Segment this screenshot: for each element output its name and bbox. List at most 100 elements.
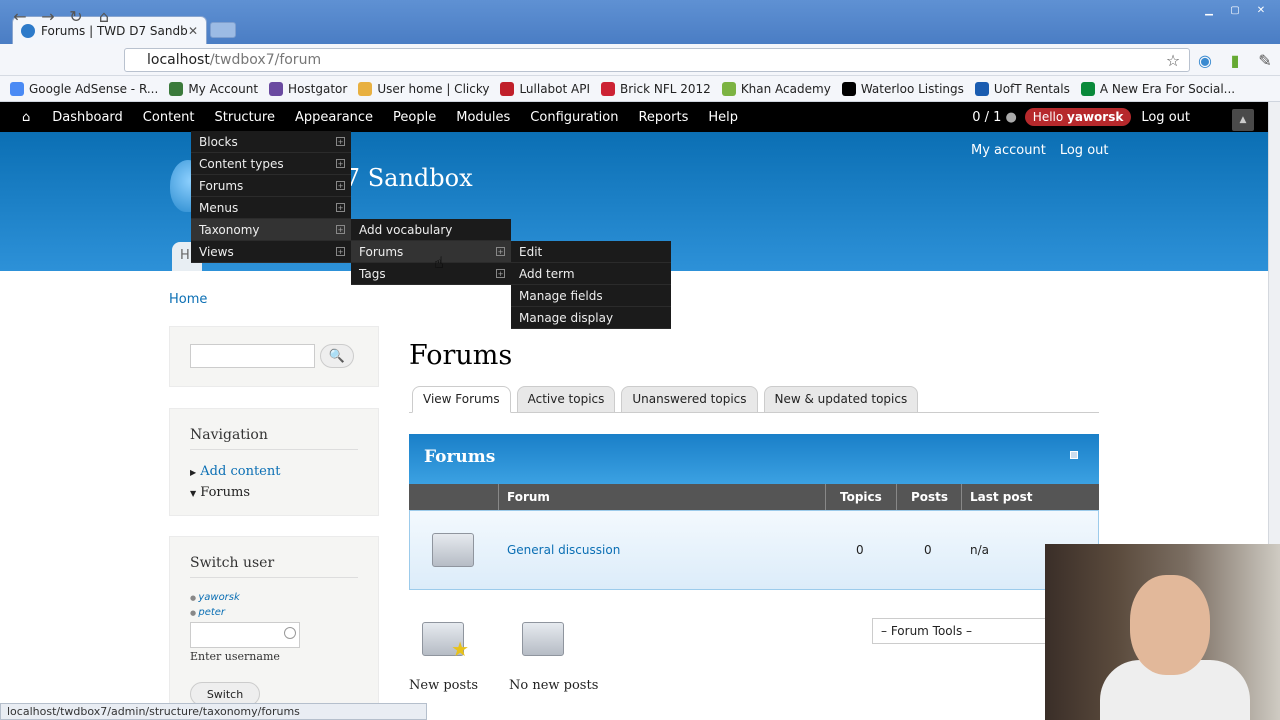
- minimize-icon[interactable]: ▁: [1198, 3, 1220, 17]
- page-title: Forums: [409, 340, 513, 371]
- bookmark-item[interactable]: User home | Clicky: [358, 81, 490, 96]
- bookmark-star-icon[interactable]: ☆: [1163, 50, 1183, 70]
- search-icon[interactable]: 🔍: [320, 344, 354, 368]
- new-posts-folder-icon: ★: [422, 622, 469, 661]
- submenu-arrow-icon: +: [336, 247, 345, 256]
- menu-item-taxonomy[interactable]: Taxonomy +: [191, 219, 351, 241]
- bookmark-item[interactable]: My Account: [169, 81, 258, 96]
- star-icon: ★: [451, 637, 469, 661]
- nav-item-label[interactable]: Add content: [200, 464, 280, 479]
- tab-new-updated-topics[interactable]: New & updated topics: [763, 386, 919, 413]
- forum-tabs: View Forums Active topics Unanswered top…: [409, 386, 1099, 413]
- admin-home-icon[interactable]: ⌂: [0, 102, 42, 132]
- url-host: localhost: [147, 52, 210, 68]
- admin-dashboard[interactable]: Dashboard: [42, 102, 133, 132]
- menu-item-label: Manage fields: [519, 288, 603, 303]
- user-link-yaworsk[interactable]: yaworsk: [190, 592, 358, 603]
- hello-badge[interactable]: Hello yaworsk: [1024, 108, 1132, 126]
- menu-item-label: Manage display: [519, 310, 614, 325]
- user-link-peter[interactable]: peter: [190, 607, 358, 618]
- menu-item-edit[interactable]: Edit: [511, 241, 671, 263]
- menu-item-menus[interactable]: Menus +: [191, 197, 351, 219]
- nav-item-add-content[interactable]: ▶ Add content: [190, 464, 358, 479]
- bookmark-label: User home | Clicky: [377, 81, 490, 96]
- bookmark-label: A New Era For Social...: [1099, 81, 1236, 96]
- header-links: My account Log out: [971, 143, 1109, 158]
- bookmark-item[interactable]: A New Era For Social...: [1080, 81, 1236, 96]
- col-posts[interactable]: Posts: [911, 490, 948, 504]
- navigation-list: ▶ Add content ▼ Forums: [190, 464, 358, 500]
- bookmark-item[interactable]: Google AdSense - R...: [10, 81, 158, 96]
- menu-item-tags[interactable]: Tags +: [351, 263, 511, 285]
- username-input[interactable]: [190, 622, 300, 648]
- new-tab-button[interactable]: [210, 22, 236, 38]
- home-icon[interactable]: ⌂: [94, 6, 114, 26]
- admin-structure[interactable]: Structure: [205, 102, 285, 132]
- admin-configuration[interactable]: Configuration: [520, 102, 628, 132]
- breadcrumb[interactable]: Home: [169, 292, 207, 307]
- menu-item-manage-fields[interactable]: Manage fields: [511, 285, 671, 307]
- reload-icon[interactable]: ↻: [66, 6, 86, 26]
- header-logout-link[interactable]: Log out: [1060, 143, 1109, 158]
- bookmark-favicon-icon: [169, 81, 184, 96]
- extension-icon[interactable]: ◉: [1195, 50, 1215, 70]
- col-last-post[interactable]: Last post: [970, 490, 1033, 504]
- bookmark-item[interactable]: Brick NFL 2012: [601, 81, 711, 96]
- tab-view-forums[interactable]: View Forums: [412, 386, 511, 413]
- back-icon[interactable]: ←: [10, 6, 30, 26]
- close-window-icon[interactable]: ✕: [1250, 3, 1272, 17]
- forum-folder-icon: [432, 533, 474, 567]
- legend-new-posts: New posts: [409, 678, 479, 693]
- menu-item-blocks[interactable]: Blocks +: [191, 131, 351, 153]
- forward-icon[interactable]: →: [38, 6, 58, 26]
- forum-tools-select[interactable]: – Forum Tools –: [872, 618, 1052, 644]
- taxonomy-menu: Add vocabulary Forums + Tags +: [351, 219, 511, 285]
- nav-item-label[interactable]: Forums: [200, 485, 250, 500]
- wrench-icon[interactable]: ✎: [1255, 50, 1275, 70]
- drawer-toggle-icon[interactable]: ▲: [1232, 109, 1254, 131]
- bookmark-favicon-icon: [721, 81, 736, 96]
- forum-container-title: Forums: [409, 434, 1099, 484]
- address-bar[interactable]: localhost/twdbox7/forum: [124, 48, 1190, 72]
- col-topics[interactable]: Topics: [840, 490, 882, 504]
- menu-item-content-types[interactable]: Content types +: [191, 153, 351, 175]
- tab-active-topics[interactable]: Active topics: [516, 386, 616, 413]
- menu-item-add-vocabulary[interactable]: Add vocabulary: [351, 219, 511, 241]
- bookmark-item[interactable]: Waterloo Listings: [841, 81, 964, 96]
- maximize-icon[interactable]: ▢: [1224, 3, 1246, 17]
- admin-modules[interactable]: Modules: [446, 102, 520, 132]
- admin-people[interactable]: People: [383, 102, 446, 132]
- menu-item-forums[interactable]: Forums +: [191, 175, 351, 197]
- bookmark-item[interactable]: Khan Academy: [721, 81, 831, 96]
- bookmark-favicon-icon: [841, 81, 856, 96]
- forum-link[interactable]: General discussion: [507, 543, 620, 557]
- bookmark-item[interactable]: Lullabot API: [500, 81, 590, 96]
- bookmark-item[interactable]: UofT Rentals: [974, 81, 1070, 96]
- admin-appearance[interactable]: Appearance: [285, 102, 383, 132]
- submenu-arrow-icon: +: [336, 225, 345, 234]
- admin-content[interactable]: Content: [133, 102, 205, 132]
- admin-logout[interactable]: Log out: [1141, 110, 1190, 125]
- col-forum[interactable]: Forum: [507, 490, 550, 504]
- admin-help[interactable]: Help: [698, 102, 748, 132]
- window-controls: ▁ ▢ ✕: [1198, 3, 1272, 17]
- menu-item-label: Add term: [519, 266, 575, 281]
- forum-topics: 0: [856, 543, 864, 557]
- menu-item-add-term[interactable]: Add term: [511, 263, 671, 285]
- no-new-posts-folder-icon: [522, 622, 564, 656]
- nav-item-forums[interactable]: ▼ Forums: [190, 485, 358, 500]
- close-tab-icon[interactable]: ✕: [188, 24, 198, 38]
- collapse-icon[interactable]: [1070, 451, 1078, 459]
- menu-item-views[interactable]: Views +: [191, 241, 351, 263]
- my-account-link[interactable]: My account: [971, 143, 1046, 158]
- tab-unanswered-topics[interactable]: Unanswered topics: [621, 386, 758, 413]
- menu-item-label: Views: [199, 244, 234, 259]
- bookmark-item[interactable]: Hostgator: [269, 81, 347, 96]
- menu-item-manage-display[interactable]: Manage display: [511, 307, 671, 329]
- search-input[interactable]: [190, 344, 315, 368]
- phone-extension-icon[interactable]: ▮: [1225, 50, 1245, 70]
- admin-reports[interactable]: Reports: [628, 102, 698, 132]
- menu-item-label: Blocks: [199, 134, 238, 149]
- bookmark-label: Khan Academy: [740, 81, 831, 96]
- menu-item-taxonomy-forums[interactable]: Forums +: [351, 241, 511, 263]
